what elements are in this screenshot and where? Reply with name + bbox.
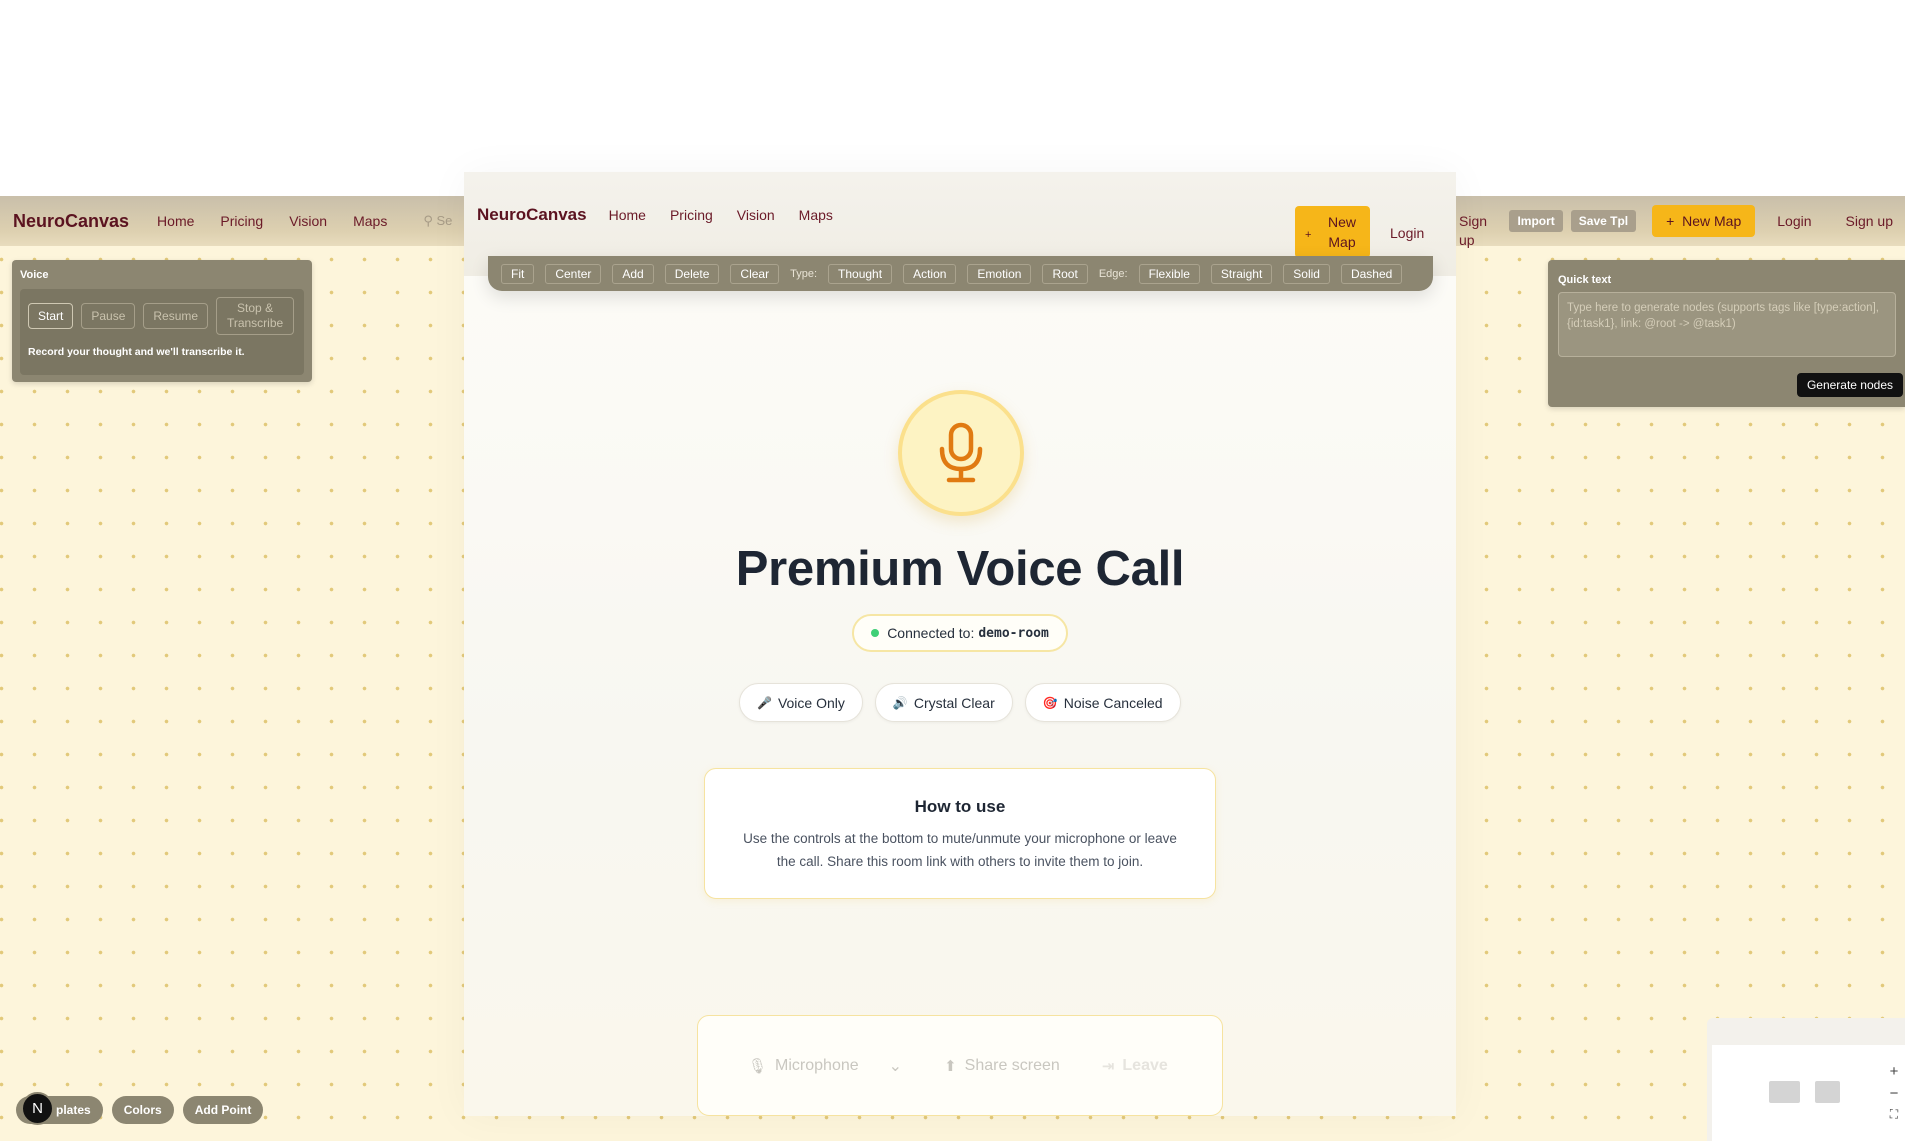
new-map-button[interactable]: + New Map [1652,205,1756,237]
type-emotion-button[interactable]: Emotion [967,263,1032,284]
fit-button[interactable]: Fit [501,263,535,284]
quick-text-input[interactable]: Type here to generate nodes (supports ta… [1558,292,1896,357]
minimap-viewport [1712,1045,1905,1141]
voice-panel: Voice Start Pause Resume Stop & Transcri… [12,260,312,382]
modal-nav-pricing[interactable]: Pricing [670,207,713,223]
share-screen-icon: ⬆ [944,1057,957,1075]
save-template-button[interactable]: Save Tpl [1570,210,1637,232]
microphone-icon: 🎤 [757,695,772,710]
brand-logo[interactable]: NeuroCanvas [13,211,129,232]
type-root-button[interactable]: Root [1042,263,1088,284]
edge-flexible-button[interactable]: Flexible [1138,263,1200,284]
minimap[interactable]: + − ⛶ [1707,1018,1905,1141]
leave-call-button[interactable]: ⇥ Leave [1102,1057,1168,1075]
navbar-actions: Import Save Tpl + New Map Login Sign up [1509,196,1905,246]
leave-icon: ⇥ [1101,1057,1115,1075]
colors-button[interactable]: Colors [111,1096,174,1124]
nav-home[interactable]: Home [157,213,194,229]
avatar[interactable]: N [21,1092,54,1125]
quick-text-panel: Quick text Type here to generate nodes (… [1548,260,1905,407]
voice-panel-title: Voice [20,269,49,281]
search-icon: ⚲ [423,213,433,228]
plus-icon: + [1305,229,1312,241]
target-icon: 🎯 [1042,695,1058,710]
record-resume-button[interactable]: Resume [143,303,209,329]
signup-link[interactable]: Sign up [1846,213,1893,229]
chevron-down-icon: ⌄ [888,1057,903,1075]
center-button[interactable]: Center [545,263,602,284]
type-label: Type: [790,267,818,280]
modal-new-map-button[interactable]: + New Map [1295,206,1370,258]
modal-signup-link[interactable]: Sign up [1459,212,1491,250]
type-action-button[interactable]: Action [903,263,957,284]
stop-transcribe-button[interactable]: Stop & Transcribe [216,297,295,335]
plus-icon: + [1666,213,1675,229]
add-point-button[interactable]: Add Point [182,1096,264,1124]
room-name: demo-room [978,625,1049,641]
nav-vision[interactable]: Vision [289,213,327,229]
voice-call-modal: NeuroCanvas Home Pricing Vision Maps + N… [464,172,1487,1116]
speaker-icon: 🔊 [892,695,908,710]
nav-maps[interactable]: Maps [353,213,387,229]
microphone-avatar [898,390,1024,516]
type-thought-button[interactable]: Thought [828,263,893,284]
generate-nodes-button[interactable]: Generate nodes [1796,373,1903,397]
modal-login-link[interactable]: Login [1390,225,1424,241]
clear-button[interactable]: Clear [730,263,780,284]
voice-hint: Record your thought and we'll transcribe… [28,346,245,358]
device-select-chevron[interactable]: ⌄ [889,1056,902,1076]
login-link[interactable]: Login [1777,213,1811,229]
online-dot-icon [871,629,880,637]
minimap-controls: + − ⛶ [1883,1063,1905,1122]
microphone-icon [939,422,983,483]
add-button[interactable]: Add [612,263,654,284]
zoom-out-icon[interactable]: − [1890,1085,1899,1102]
how-to-use-text: Use the controls at the bottom to mute/u… [743,831,1177,869]
minimap-node [1815,1081,1840,1103]
modal-brand-logo[interactable]: NeuroCanvas [477,205,587,225]
delete-button[interactable]: Delete [664,263,720,284]
nav-pricing[interactable]: Pricing [220,213,263,229]
edge-solid-button[interactable]: Solid [1283,263,1330,284]
record-start-button[interactable]: Start [28,303,74,329]
search-input[interactable]: ⚲ Se [423,213,452,229]
zoom-in-icon[interactable]: + [1890,1063,1899,1080]
share-screen-button[interactable]: ⬆ Share screen [944,1057,1060,1075]
page-title: Premium Voice Call [735,542,1185,596]
feature-voice-only: 🎤 Voice Only [739,683,863,722]
modal-nav-home[interactable]: Home [609,207,646,223]
fullscreen-icon[interactable]: ⛶ [1890,1107,1898,1122]
edge-dashed-button[interactable]: Dashed [1340,263,1403,284]
edge-straight-button[interactable]: Straight [1210,263,1273,284]
how-to-use-title: How to use [914,797,1006,816]
microphone-toggle-button[interactable]: 🎙 Microphone [748,1057,859,1075]
feature-noise-canceled: 🎯 Noise Canceled [1024,683,1181,722]
modal-nav-maps[interactable]: Maps [799,207,833,223]
edge-label: Edge: [1098,267,1128,280]
microphone-muted-icon: 🎙 [748,1057,768,1075]
feature-crystal-clear: 🔊 Crystal Clear [874,683,1013,722]
canvas-toolbar: Fit Center Add Delete Clear Type: Though… [488,256,1433,291]
record-pause-button[interactable]: Pause [81,303,136,329]
modal-nav-vision[interactable]: Vision [737,207,775,223]
quick-text-title: Quick text [1558,274,1612,286]
call-controls-bar: 🎙 Microphone ⌄ ⬆ Share screen ⇥ Leave [697,1015,1223,1116]
feature-pills: 🎤 Voice Only 🔊 Crystal Clear 🎯 Noise Can… [739,683,1181,722]
voice-recorder: Start Pause Resume Stop & Transcribe Rec… [20,289,304,375]
minimap-node [1769,1081,1800,1103]
how-to-use-card: How to use Use the controls at the botto… [704,768,1216,899]
connected-label: Connected to: [887,625,975,641]
import-button[interactable]: Import [1509,210,1563,232]
connection-status-badge: Connected to: demo-room [852,614,1068,652]
